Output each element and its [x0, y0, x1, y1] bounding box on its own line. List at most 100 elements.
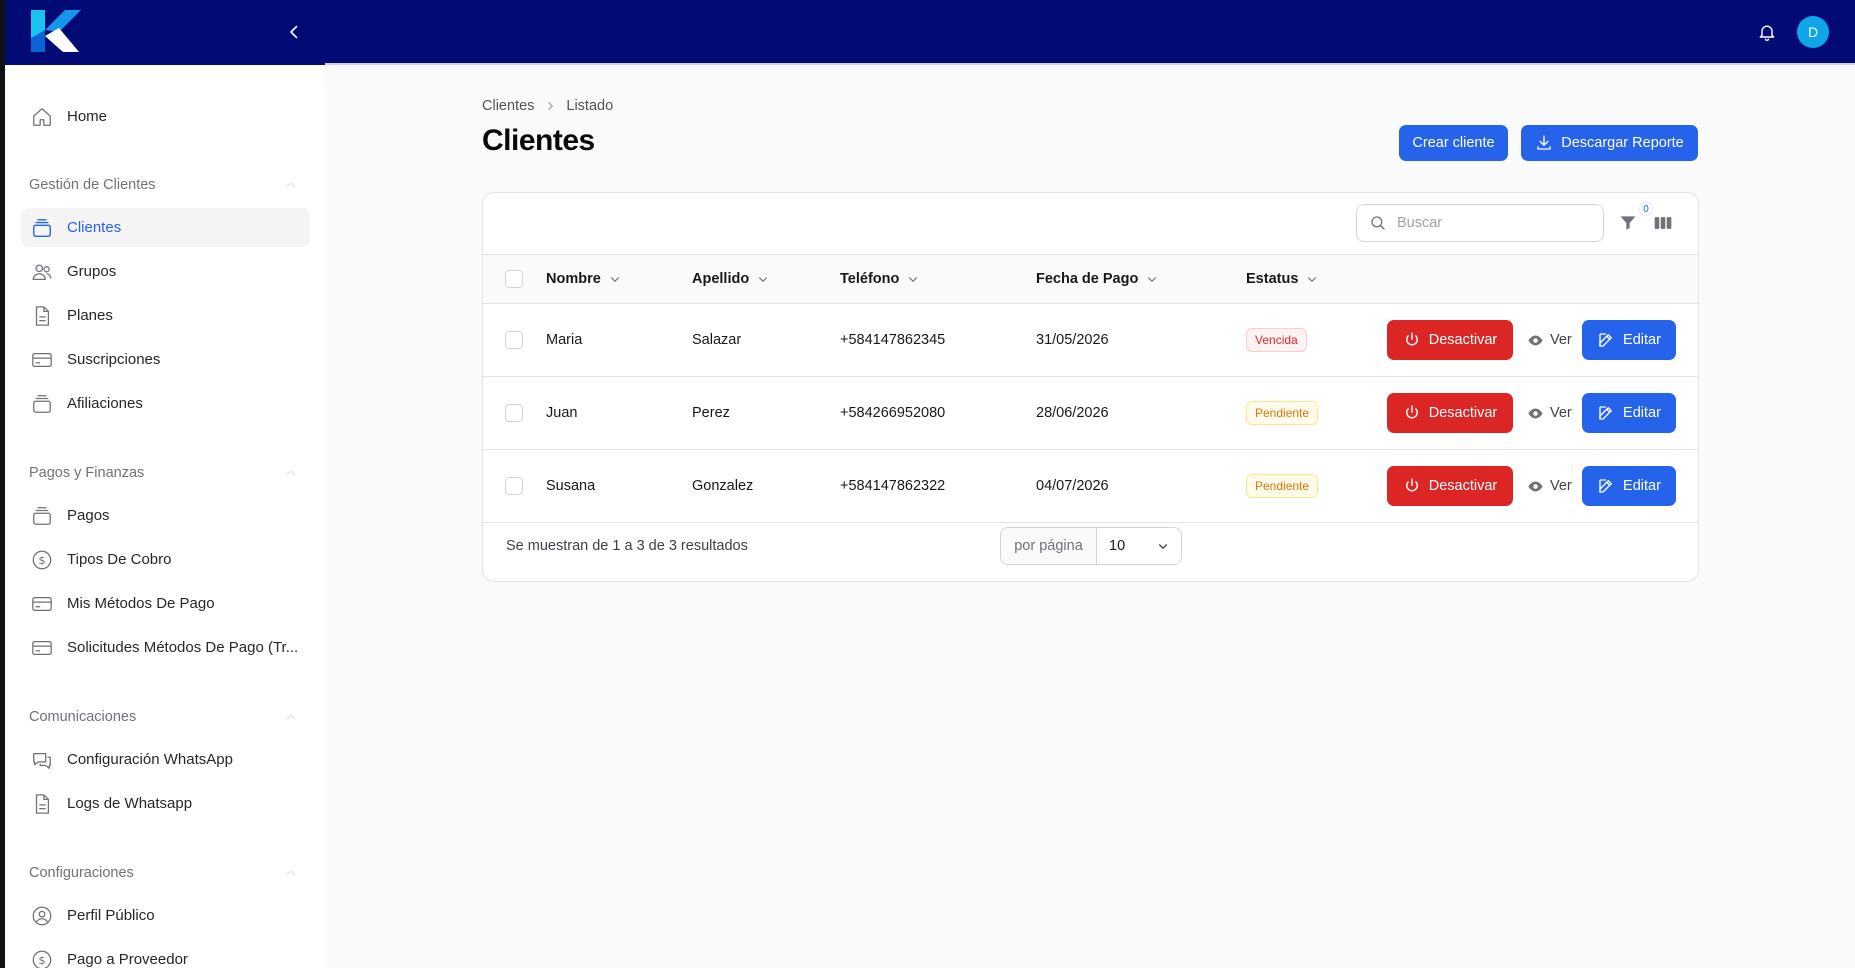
cell-apellido: Salazar — [692, 332, 742, 348]
column-header-label: Fecha de Pago — [1036, 271, 1139, 287]
search-icon — [1371, 216, 1385, 230]
user-avatar[interactable]: D — [1797, 16, 1829, 48]
sidebar-item-label: Configuración WhatsApp — [67, 751, 233, 768]
button-label: Desactivar — [1428, 405, 1498, 421]
deactivate-button[interactable]: Desactivar — [1387, 320, 1513, 360]
download-icon — [1537, 135, 1551, 150]
sidebar-item-home[interactable]: Home — [21, 97, 310, 136]
collapse-sidebar-button[interactable] — [280, 18, 308, 46]
edit-button[interactable]: Editar — [1582, 466, 1676, 506]
sidebar-item-grupos[interactable]: Grupos — [21, 252, 310, 291]
edit-button[interactable]: Editar — [1582, 320, 1676, 360]
notifications-button[interactable] — [1754, 19, 1780, 45]
column-toggle-button[interactable] — [1653, 213, 1675, 235]
sidebar-item-label: Solicitudes Métodos De Pago (Tr... — [67, 639, 299, 656]
chevron-down-icon — [909, 277, 918, 283]
row-checkbox[interactable] — [505, 404, 523, 422]
column-header-label: Apellido — [692, 271, 750, 287]
sidebar-item-suscripciones[interactable]: Suscripciones — [21, 340, 310, 379]
brand-logo[interactable] — [29, 8, 81, 54]
sidebar-item-logs-de-whatsapp[interactable]: Logs de Whatsapp — [21, 784, 310, 823]
cell-apellido: Perez — [692, 405, 730, 421]
column-header-fecha-de-pago[interactable]: Fecha de Pago — [1036, 255, 1158, 303]
bell-icon — [1759, 25, 1775, 41]
sidebar-group-comunicaciones[interactable]: Comunicaciones — [29, 707, 299, 727]
sidebar-item-pago-a-proveedor[interactable]: $ Pago a Proveedor — [21, 940, 310, 968]
cell-fecha-de-pago: 31/05/2026 — [1036, 332, 1109, 348]
search-input[interactable] — [1397, 215, 1587, 231]
column-header-nombre[interactable]: Nombre — [546, 255, 621, 303]
button-label: Descargar Reporte — [1561, 135, 1684, 151]
status-badge: Pendiente — [1246, 474, 1319, 498]
stack-icon — [30, 504, 54, 528]
sidebar-item-solicitudes-metodos-de-pago[interactable]: Solicitudes Métodos De Pago (Tr... — [21, 628, 310, 667]
select-all-checkbox[interactable] — [505, 270, 523, 288]
view-button[interactable]: Ver — [1527, 320, 1572, 360]
sidebar-group-title: Configuraciones — [29, 865, 134, 881]
topbar-divider — [325, 63, 1855, 65]
sidebar-item-afiliaciones[interactable]: Afiliaciones — [21, 384, 310, 423]
deactivate-button[interactable]: Desactivar — [1387, 393, 1513, 433]
button-label: Desactivar — [1428, 332, 1498, 348]
row-checkbox[interactable] — [505, 331, 523, 349]
table-row[interactable]: Juan Perez +584266952080 28/06/2026 Pend… — [483, 377, 1698, 450]
sidebar-item-clientes[interactable]: Clientes — [21, 208, 310, 247]
power-icon — [1405, 478, 1418, 492]
chevron-left-icon — [290, 25, 298, 39]
column-header-apellido[interactable]: Apellido — [692, 255, 769, 303]
edit-button[interactable]: Editar — [1582, 393, 1676, 433]
download-report-button[interactable]: Descargar Reporte — [1521, 125, 1698, 161]
eye-icon — [1528, 335, 1543, 345]
sidebar-item-perfil-publico[interactable]: Perfil Público — [21, 896, 310, 935]
breadcrumb-item-listado[interactable]: Listado — [566, 98, 613, 114]
stack-icon — [30, 216, 54, 240]
search-field[interactable] — [1356, 204, 1604, 242]
sidebar-group-pagos[interactable]: Pagos y Finanzas — [29, 463, 299, 483]
button-label: Desactivar — [1428, 478, 1498, 494]
table-row[interactable]: Susana Gonzalez +584147862322 04/07/2026… — [483, 450, 1698, 523]
deactivate-button[interactable]: Desactivar — [1387, 466, 1513, 506]
row-checkbox[interactable] — [505, 477, 523, 495]
sidebar-item-tipos-de-cobro[interactable]: $ Tipos De Cobro — [21, 540, 310, 579]
chevron-up-icon — [286, 469, 296, 476]
edit-icon — [1599, 333, 1612, 347]
sidebar-item-configuracion-whatsapp[interactable]: Configuración WhatsApp — [21, 740, 310, 779]
sidebar-item-label: Perfil Público — [67, 907, 155, 924]
button-label: Crear cliente — [1412, 135, 1495, 151]
column-header-telefono[interactable]: Teléfono — [840, 255, 919, 303]
view-button[interactable]: Ver — [1527, 393, 1572, 433]
button-label: Editar — [1623, 478, 1661, 494]
column-header-estatus[interactable]: Estatus — [1246, 255, 1318, 303]
cell-nombre: Susana — [546, 478, 596, 494]
sidebar-item-planes[interactable]: Planes — [21, 296, 310, 335]
per-page-select[interactable]: por página 10 — [1000, 527, 1182, 565]
eye-icon — [1528, 481, 1543, 491]
credit-card-icon — [30, 636, 54, 660]
stack-icon — [30, 392, 54, 416]
view-button[interactable]: Ver — [1527, 466, 1572, 506]
create-client-button[interactable]: Crear cliente — [1399, 125, 1508, 161]
sidebar-item-label: Afiliaciones — [67, 395, 143, 412]
filter-button[interactable] — [1618, 213, 1640, 235]
svg-text:$: $ — [39, 954, 46, 967]
window-edge — [0, 0, 5, 968]
chevron-up-icon — [286, 181, 296, 188]
sidebar-group-configuraciones[interactable]: Configuraciones — [29, 863, 299, 883]
sidebar-group-title: Gestión de Clientes — [29, 177, 156, 193]
per-page-dropdown[interactable]: 10 — [1097, 538, 1181, 554]
breadcrumb-item-clientes[interactable]: Clientes — [482, 98, 534, 114]
chevron-down-icon — [759, 277, 768, 283]
status-badge: Pendiente — [1246, 401, 1319, 425]
sidebar-item-mis-metodos-de-pago[interactable]: Mis Métodos De Pago — [21, 584, 310, 623]
column-header-label: Estatus — [1246, 271, 1299, 287]
sidebar-group-gestion[interactable]: Gestión de Clientes — [29, 175, 299, 195]
sidebar-item-pagos[interactable]: Pagos — [21, 496, 310, 535]
table-row[interactable]: Maria Salazar +584147862345 31/05/2026 V… — [483, 304, 1698, 377]
cell-nombre: Juan — [546, 405, 578, 421]
button-label: Ver — [1550, 478, 1572, 494]
clients-table-card: 0 Nombre Apellido Teléfono Fecha de Pago… — [482, 192, 1699, 582]
sidebar-group-title: Comunicaciones — [29, 709, 137, 725]
svg-text:$: $ — [39, 554, 46, 567]
chevron-down-icon — [1148, 277, 1157, 283]
power-icon — [1405, 405, 1418, 419]
